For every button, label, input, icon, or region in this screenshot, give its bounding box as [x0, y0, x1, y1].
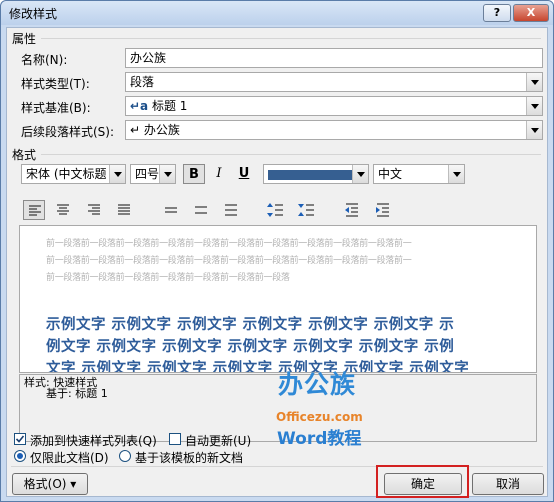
- auto-update-checkbox[interactable]: [169, 433, 181, 445]
- spacing-increase-icon: [267, 203, 283, 217]
- indent-increase-icon: [376, 203, 389, 217]
- double-spacing-button[interactable]: [220, 200, 242, 220]
- font-select[interactable]: 宋体 (中文标题: [21, 164, 126, 184]
- align-right-icon: [88, 204, 100, 215]
- next-style-label: 后续段落样式(S):: [21, 125, 115, 139]
- chevron-down-icon[interactable]: [526, 121, 542, 139]
- script-value: 中文: [378, 167, 403, 181]
- previous-paragraph-line: 前一段落前一段落前一段落前一段落前一段落前一段落前一段落前一段落前一段落前一段落…: [46, 239, 412, 249]
- title-bar: 修改样式 ? X: [1, 1, 553, 25]
- this-document-radio[interactable]: [14, 450, 26, 462]
- align-left-button[interactable]: [23, 200, 45, 220]
- font-size-select[interactable]: 四号: [130, 164, 176, 184]
- divider: [41, 38, 541, 39]
- auto-update-label[interactable]: 自动更新(U): [185, 432, 251, 449]
- chevron-down-icon[interactable]: [526, 97, 542, 115]
- format-section-label: 格式: [12, 148, 37, 162]
- description-line: 基于: 标题 1: [46, 387, 108, 400]
- chevron-down-icon[interactable]: [159, 165, 175, 183]
- add-quick-style-checkbox[interactable]: [14, 433, 26, 445]
- line-spacing-single-icon: [165, 207, 177, 213]
- script-select[interactable]: 中文: [373, 164, 465, 184]
- align-center-icon: [57, 204, 69, 215]
- this-document-label[interactable]: 仅限此文档(D): [30, 449, 109, 466]
- bold-button[interactable]: B: [183, 164, 205, 184]
- style-type-select[interactable]: 段落: [125, 72, 543, 92]
- ok-button[interactable]: 确定: [384, 473, 462, 495]
- help-button[interactable]: ?: [483, 4, 511, 22]
- line-spacing-half-icon: [195, 206, 207, 214]
- chevron-down-icon[interactable]: [352, 165, 368, 183]
- decrease-indent-button[interactable]: [341, 200, 363, 220]
- style-type-value: 段落: [130, 75, 155, 89]
- spacing-decrease-icon: [298, 204, 314, 216]
- single-spacing-button[interactable]: [160, 200, 182, 220]
- one-half-spacing-button[interactable]: [190, 200, 212, 220]
- next-style-value: 办公族: [143, 123, 180, 137]
- cancel-button[interactable]: 取消: [472, 473, 544, 495]
- chevron-down-icon[interactable]: [109, 165, 125, 183]
- add-quick-style-label[interactable]: 添加到快速样式列表(Q): [30, 432, 157, 449]
- dialog-title: 修改样式: [9, 7, 58, 21]
- checkmark-icon: [15, 435, 25, 443]
- indent-decrease-icon: [345, 203, 358, 217]
- paragraph-mark-icon: ↵: [130, 123, 141, 137]
- new-docs-radio[interactable]: [119, 450, 131, 462]
- decrease-spacing-button[interactable]: [296, 200, 318, 220]
- format-menu-button[interactable]: 格式(O) ▾: [12, 473, 88, 495]
- close-button[interactable]: X: [513, 4, 549, 22]
- align-center-button[interactable]: [52, 200, 74, 220]
- sample-text-line: 示例文字 示例文字 示例文字 示例文字 示例文字 示例文字 示: [46, 317, 455, 333]
- watermark-tag: Word教程: [277, 429, 362, 449]
- based-on-select[interactable]: ↵a 标题 1: [125, 96, 543, 116]
- justify-icon: [118, 204, 130, 215]
- divider: [41, 154, 541, 155]
- properties-section-label: 属性: [12, 32, 37, 46]
- paragraph-mark-icon: ↵a: [130, 99, 149, 113]
- font-color-swatch: [268, 170, 354, 180]
- line-spacing-double-icon: [225, 204, 237, 216]
- align-right-button[interactable]: [83, 200, 105, 220]
- based-on-label: 样式基准(B):: [21, 101, 91, 115]
- new-docs-label[interactable]: 基于该模板的新文档: [135, 449, 243, 466]
- name-field[interactable]: 办公族: [125, 48, 543, 68]
- font-size-value: 四号: [135, 167, 160, 181]
- align-left-icon: [29, 205, 41, 216]
- style-preview: 前一段落前一段落前一段落前一段落前一段落前一段落前一段落前一段落前一段落前一段落…: [19, 225, 537, 373]
- font-value: 宋体 (中文标题: [26, 167, 107, 181]
- font-color-select[interactable]: [263, 164, 369, 184]
- increase-indent-button[interactable]: [372, 200, 394, 220]
- watermark-domain: Officezu.com: [276, 410, 363, 424]
- next-style-select[interactable]: ↵ 办公族: [125, 120, 543, 140]
- italic-button[interactable]: I: [208, 164, 230, 184]
- watermark-brand: 办公族: [278, 370, 357, 399]
- previous-paragraph-line: 前一段落前一段落前一段落前一段落前一段落前一段落前一段落: [46, 273, 290, 283]
- sample-text-line: 例文字 示例文字 示例文字 示例文字 示例文字 示例文字 示例: [46, 339, 455, 355]
- previous-paragraph-line: 前一段落前一段落前一段落前一段落前一段落前一段落前一段落前一段落前一段落前一段落…: [46, 256, 412, 266]
- modify-style-dialog: 修改样式 ? X 属性 名称(N): 办公族 样式类型(T): 段落 样式基准(…: [0, 0, 554, 502]
- increase-spacing-button[interactable]: [265, 200, 287, 220]
- based-on-value: 标题 1: [151, 99, 188, 113]
- name-label: 名称(N):: [21, 53, 68, 67]
- dialog-client: 属性 名称(N): 办公族 样式类型(T): 段落 样式基准(B): ↵a 标题…: [6, 27, 548, 498]
- underline-button[interactable]: U: [233, 164, 255, 184]
- chevron-down-icon[interactable]: [526, 73, 542, 91]
- justify-button[interactable]: [113, 200, 135, 220]
- style-type-label: 样式类型(T):: [21, 77, 90, 91]
- chevron-down-icon[interactable]: [448, 165, 464, 183]
